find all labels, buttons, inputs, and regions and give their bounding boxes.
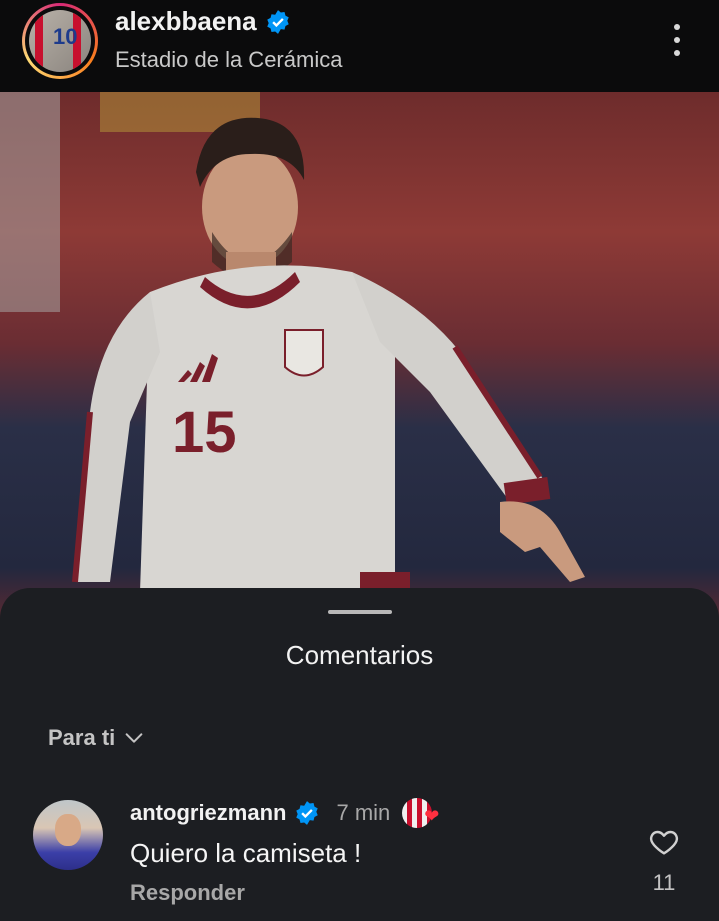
verified-badge-icon	[266, 9, 289, 34]
sheet-drag-handle[interactable]	[328, 610, 392, 614]
username[interactable]: alexbbaena	[115, 6, 257, 37]
author-liked-badge: ❤	[402, 796, 442, 830]
commenter-username[interactable]: antogriezmann	[130, 800, 286, 826]
location-link[interactable]: Estadio de la Cerámica	[115, 47, 342, 73]
comment-time: 7 min	[336, 800, 391, 825]
heart-icon: ❤	[424, 806, 440, 826]
filter-label: Para ti	[48, 725, 116, 750]
like-count: 11	[652, 870, 676, 895]
like-heart-icon[interactable]	[648, 826, 680, 858]
player-illustration: 15	[72, 117, 585, 592]
comment-header: antogriezmann 7 min ❤	[130, 796, 442, 830]
post-photo[interactable]: 15	[0, 92, 719, 652]
comments-sheet: Comentarios Para ti antogriezmann 7 min …	[0, 588, 719, 921]
avatar-jersey-number: 10	[53, 24, 78, 49]
post-header: 10 alexbbaena Estadio de la Cerámica	[0, 0, 719, 92]
comment-filter-dropdown[interactable]: Para ti	[48, 725, 145, 751]
sheet-title: Comentarios	[285, 640, 434, 670]
profile-avatar[interactable]: 10	[22, 3, 98, 79]
chevron-down-icon	[125, 733, 143, 743]
commenter-avatar[interactable]	[33, 800, 103, 870]
verified-badge-icon	[296, 801, 319, 825]
comment-text: Quiero la camiseta !	[130, 838, 362, 868]
username-row[interactable]: alexbbaena	[115, 6, 291, 37]
reply-button[interactable]: Responder	[130, 880, 245, 906]
jersey-number: 15	[172, 400, 237, 465]
more-options-icon[interactable]	[668, 20, 686, 60]
